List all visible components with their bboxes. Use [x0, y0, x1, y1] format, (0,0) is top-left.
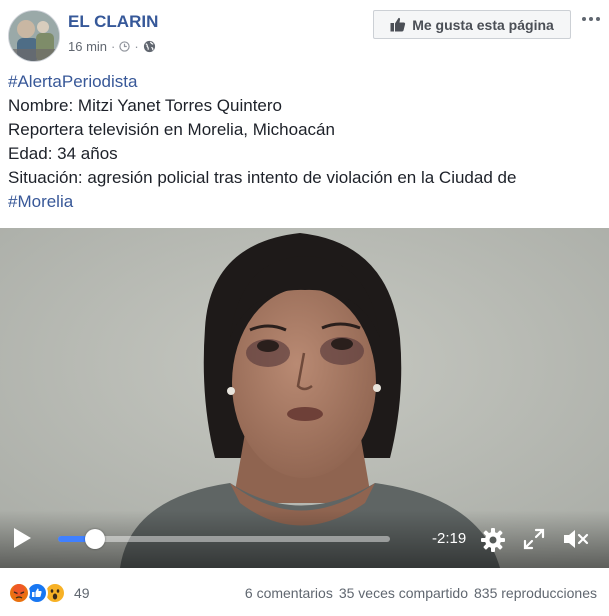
expand-icon — [523, 528, 545, 550]
post-text: #AlertaPeriodista Nombre: Mitzi Yanet To… — [8, 70, 603, 214]
time-remaining: -2:19 — [432, 530, 467, 547]
settings-button[interactable] — [480, 527, 506, 558]
hashtag-link[interactable]: #Morelia — [8, 190, 603, 214]
meta-separator: · — [111, 39, 116, 54]
shares-count-link[interactable]: 35 veces compartido — [339, 585, 468, 601]
more-dot-icon — [596, 17, 600, 21]
like-page-label: Me gusta esta página — [412, 16, 554, 33]
post-text-line: Reportera televisión en Morelia, Michoac… — [8, 120, 335, 139]
hashtag-link[interactable]: #AlertaPeriodista — [8, 70, 603, 94]
page-name-link[interactable]: EL CLARIN — [68, 12, 158, 32]
post-text-line: Nombre: Mitzi Yanet Torres Quintero — [8, 96, 283, 115]
progress-handle[interactable] — [84, 529, 105, 549]
more-dot-icon — [589, 17, 593, 21]
reactions-summary[interactable]: 49 — [8, 582, 90, 604]
post-header: EL CLARIN 16 min · · Me gusta esta págin… — [0, 0, 609, 66]
more-options-button[interactable] — [580, 12, 602, 26]
like-page-button[interactable]: Me gusta esta página — [373, 10, 571, 39]
comments-count-link[interactable]: 6 comentarios — [245, 585, 333, 601]
thumbs-up-icon — [390, 17, 406, 32]
play-icon — [14, 528, 31, 548]
globe-icon[interactable] — [143, 40, 156, 53]
gear-icon — [481, 528, 505, 552]
play-button[interactable] — [12, 527, 32, 549]
views-count: 835 reproducciones — [474, 585, 597, 601]
reaction-count: 49 — [74, 585, 90, 601]
avatar-image — [9, 11, 59, 61]
post-timestamp[interactable]: 16 min — [68, 39, 107, 54]
speaker-muted-icon — [564, 530, 589, 548]
clock-icon — [119, 41, 131, 52]
angry-icon — [8, 582, 30, 604]
meta-separator: · — [134, 39, 139, 54]
post-footer: 49 6 comentarios 35 veces compartido 835… — [0, 568, 609, 616]
fullscreen-button[interactable] — [523, 528, 545, 555]
video-progress-bar[interactable] — [58, 529, 390, 549]
post-stats: 6 comentarios 35 veces compartido 835 re… — [245, 585, 597, 601]
post-text-line: Situación: agresión policial tras intent… — [8, 168, 517, 187]
post-text-line: Edad: 34 años — [8, 144, 118, 163]
post-meta: 16 min · · — [68, 39, 156, 54]
progress-track — [58, 536, 390, 542]
more-dot-icon — [582, 17, 586, 21]
mute-button[interactable] — [562, 528, 590, 555]
page-avatar[interactable] — [8, 10, 60, 62]
